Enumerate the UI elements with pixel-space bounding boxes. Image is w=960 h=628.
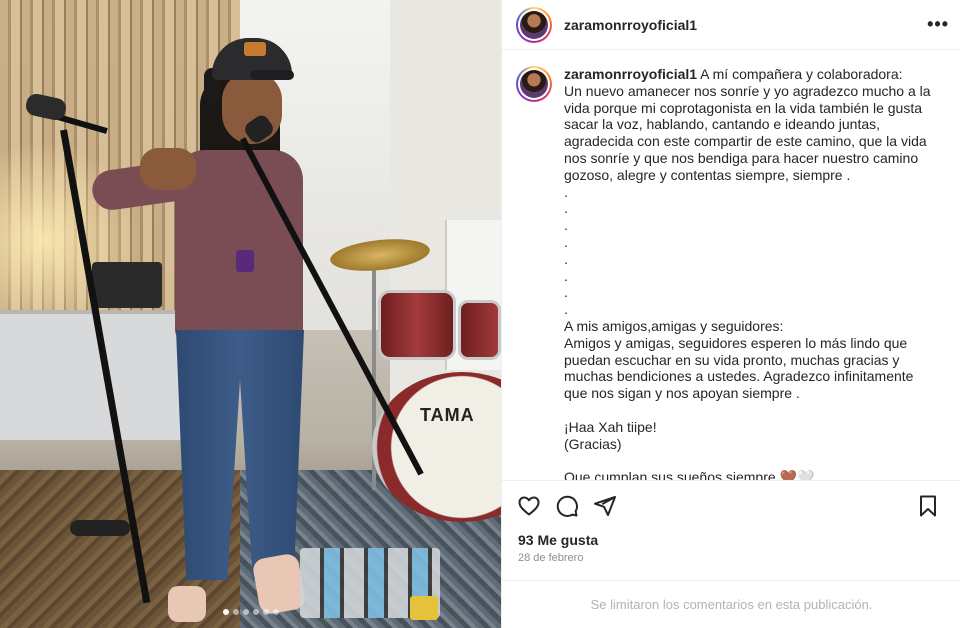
share-icon[interactable] [590, 491, 620, 521]
carousel-dot [242, 609, 249, 615]
post-photo[interactable]: TAMA [0, 0, 501, 628]
mic-stand-base [70, 520, 130, 536]
yellow-pedal [410, 596, 438, 620]
caption-text: zaramonrroyoficial1 A mí compañera y col… [564, 66, 936, 480]
carousel-dot [222, 609, 229, 615]
tom-drum [378, 290, 456, 360]
tom-drum-2 [458, 300, 501, 360]
post-side-panel: zaramonrroyoficial1 ••• zaramonrroyofici… [501, 0, 960, 628]
carousel-dot [252, 609, 259, 615]
like-count[interactable]: 93 Me gusta [518, 532, 598, 548]
carousel-dot [262, 609, 269, 615]
caption-body: A mí compañera y colaboradora: Un nuevo … [564, 66, 931, 480]
performer-hand [140, 148, 196, 190]
carousel-dot [272, 609, 279, 615]
amplifier [92, 262, 162, 308]
post-date[interactable]: 28 de febrero [518, 552, 583, 564]
caption-avatar[interactable] [516, 66, 552, 102]
post-header: zaramonrroyoficial1 ••• [502, 0, 960, 50]
performer-badge [236, 250, 254, 272]
caption-avatar-image [520, 70, 548, 98]
header-username[interactable]: zaramonrroyoficial1 [564, 17, 697, 33]
cap-brim [250, 70, 294, 80]
avatar-image [520, 10, 548, 39]
heart-icon[interactable] [514, 491, 544, 521]
more-options-icon[interactable]: ••• [927, 14, 949, 35]
comment-icon[interactable] [552, 491, 582, 521]
action-bar [502, 480, 960, 530]
carousel-indicator [0, 609, 501, 615]
carousel-dot [232, 609, 239, 615]
performer-shoe-left [168, 586, 206, 622]
bookmark-icon[interactable] [913, 491, 943, 521]
cap-logo [244, 42, 266, 56]
caption: zaramonrroyoficial1 A mí compañera y col… [502, 52, 960, 480]
kick-drum-logo: TAMA [420, 405, 475, 425]
comments-disabled-notice: Se limitaron los comentarios en esta pub… [502, 580, 960, 628]
avatar[interactable] [516, 6, 552, 43]
caption-username[interactable]: zaramonrroyoficial1 [564, 66, 697, 82]
performer-shoe-right [251, 552, 307, 616]
